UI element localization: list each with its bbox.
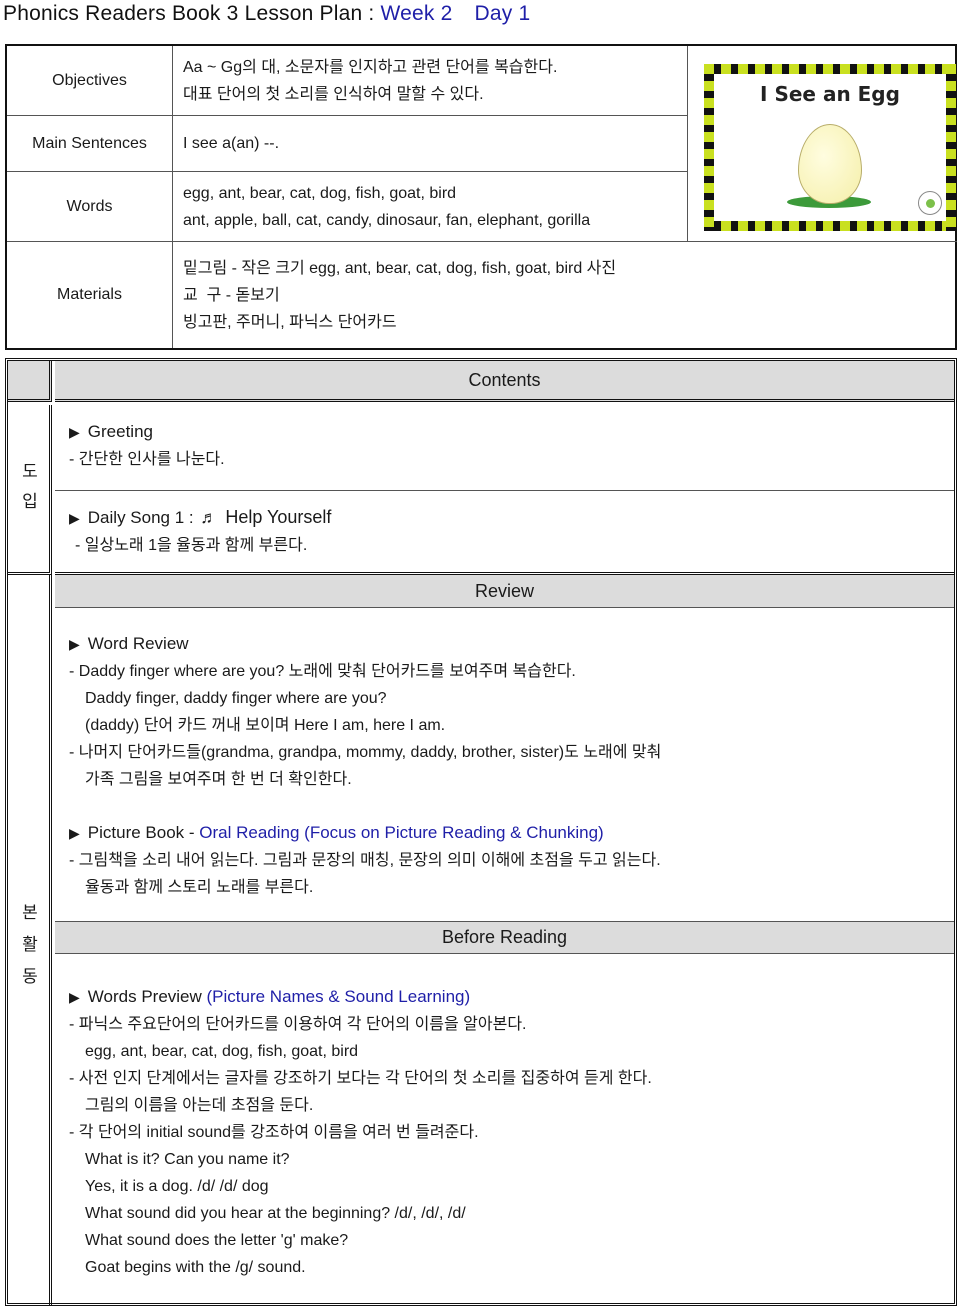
preview-line: - 각 단어의 initial sound를 강조하여 이름을 여러 번 들려준… bbox=[69, 1124, 479, 1141]
picture-book-heading: ▶ Picture Book - Oral Reading (Focus on P… bbox=[69, 819, 661, 847]
review-header: Review bbox=[55, 575, 954, 608]
side-char: 입 bbox=[22, 492, 38, 512]
title-day: Day 1 bbox=[474, 2, 531, 25]
review-line: 가족 그림을 보여주며 한 번 더 확인한다. bbox=[85, 771, 352, 788]
picture-book-line: - 그림책을 소리 내어 읽는다. 그림과 문장의 매칭, 문장의 의미 이해에… bbox=[69, 852, 661, 869]
greeting-heading-text: Greeting bbox=[87, 422, 153, 441]
triangle-bullet-icon: ▶ bbox=[69, 510, 80, 526]
picture-book-focus: Oral Reading (Focus on Picture Reading &… bbox=[199, 823, 604, 842]
words-label: Words bbox=[7, 172, 173, 241]
preview-line: egg, ant, bear, cat, dog, fish, goat, bi… bbox=[85, 1043, 359, 1060]
book-cover-image: I See an Egg bbox=[704, 64, 956, 231]
words-line: ant, apple, ball, cat, candy, dinosaur, … bbox=[183, 212, 591, 229]
review-line: (daddy) 단어 카드 꺼내 보이며 Here I am, here I a… bbox=[85, 717, 446, 734]
materials-line: 밑그림 - 작은 크기 egg, ant, bear, cat, dog, fi… bbox=[183, 260, 617, 277]
words-line: egg, ant, bear, cat, dog, fish, goat, bi… bbox=[183, 185, 457, 202]
music-note-icon: ♬ bbox=[200, 508, 218, 527]
main-sentences-row: Main Sentences I see a(an) --. bbox=[7, 116, 687, 172]
objectives-line: 대표 단어의 첫 소리를 인식하여 말할 수 있다. bbox=[183, 86, 484, 103]
words-preview-heading-text: Words Preview bbox=[87, 987, 207, 1006]
preview-line: What is it? Can you name it? bbox=[85, 1151, 290, 1168]
review-line: - 나머지 단어카드들(grandma, grandpa, mommy, dad… bbox=[69, 744, 662, 761]
objectives-line: Aa ~ Gg의 대, 소문자를 인지하고 관련 단어를 복습한다. bbox=[183, 59, 558, 76]
triangle-bullet-icon: ▶ bbox=[69, 989, 80, 1005]
contents-header: Contents bbox=[55, 361, 954, 402]
materials-value: 밑그림 - 작은 크기 egg, ant, bear, cat, dog, fi… bbox=[183, 255, 616, 336]
picture-book-heading-text: Picture Book - bbox=[87, 823, 200, 842]
objectives-row: Objectives Aa ~ Gg의 대, 소문자를 인지하고 관련 단어를 … bbox=[7, 46, 687, 116]
song-block: ▶ Daily Song 1 : ♬ Help Yourself - 일상노래 1을… bbox=[69, 504, 331, 559]
words-preview-focus: (Picture Names & Sound Learning) bbox=[206, 987, 471, 1006]
objectives-label: Objectives bbox=[7, 46, 173, 115]
preview-line: - 파닉스 주요단어의 단어카드를 이용하여 각 단어의 이름을 알아본다. bbox=[69, 1016, 527, 1033]
greeting-line: - 간단한 인사를 나눈다. bbox=[69, 451, 225, 468]
song-heading: ▶ Daily Song 1 : ♬ Help Yourself bbox=[69, 504, 331, 532]
materials-line: 빙고판, 주머니, 파닉스 단어카드 bbox=[183, 314, 397, 331]
contents-table: Contents 도 입 ▶ Greeting - 간단한 인사를 나눈다. ▶ D… bbox=[5, 358, 957, 1306]
main-sentences-label: Main Sentences bbox=[7, 116, 173, 171]
preview-line: Goat begins with the /g/ sound. bbox=[85, 1259, 306, 1276]
song-line: - 일상노래 1을 율동과 함께 부른다. bbox=[75, 537, 308, 554]
triangle-bullet-icon: ▶ bbox=[69, 636, 80, 652]
picture-book-line: 율동과 함께 스토리 노래를 부른다. bbox=[85, 879, 314, 896]
book-cover-cell: I See an Egg bbox=[687, 46, 957, 242]
review-line: - Daddy finger where are you? 노래에 맞춰 단어카… bbox=[69, 663, 576, 680]
intro-side-cell: 도 입 bbox=[8, 405, 52, 575]
side-char: 활 bbox=[22, 935, 38, 955]
review-line: Daddy finger, daddy finger where are you… bbox=[85, 690, 387, 707]
picture-book-block: ▶ Picture Book - Oral Reading (Focus on P… bbox=[69, 819, 661, 901]
triangle-bullet-icon: ▶ bbox=[69, 424, 80, 440]
greeting-heading: ▶ Greeting bbox=[69, 418, 225, 446]
side-char: 동 bbox=[22, 967, 38, 987]
before-reading-header: Before Reading bbox=[55, 922, 954, 954]
materials-line: 교 구 - 돋보기 bbox=[183, 287, 280, 304]
preview-line: - 사전 인지 단계에서는 글자를 강조하기 보다는 각 단어의 첫 소리를 집… bbox=[69, 1070, 652, 1087]
words-preview-block: ▶ Words Preview (Picture Names & Sound Le… bbox=[69, 983, 652, 1281]
egg-icon bbox=[798, 124, 862, 204]
main-side-label: 본 활 동 bbox=[8, 897, 52, 993]
main-side-cell: 본 활 동 bbox=[8, 575, 52, 1306]
words-value: egg, ant, bear, cat, dog, fish, goat, bi… bbox=[183, 180, 590, 234]
preview-line: What sound did you hear at the beginning… bbox=[85, 1205, 466, 1222]
intro-side-label: 도 입 bbox=[8, 457, 52, 517]
word-review-heading: ▶ Word Review bbox=[69, 630, 661, 658]
word-review-block: ▶ Word Review - Daddy finger where are yo… bbox=[69, 630, 661, 793]
book-cover-title: I See an Egg bbox=[760, 82, 900, 106]
greeting-block: ▶ Greeting - 간단한 인사를 나눈다. bbox=[69, 418, 225, 473]
divider bbox=[55, 490, 954, 491]
lesson-info-table: Objectives Aa ~ Gg의 대, 소문자를 인지하고 관련 단어를 … bbox=[5, 44, 957, 350]
song-heading-prefix: Daily Song 1 : bbox=[87, 508, 199, 527]
materials-row: Materials 밑그림 - 작은 크기 egg, ant, bear, ca… bbox=[7, 242, 955, 348]
page-title: Phonics Readers Book 3 Lesson Plan : Wee… bbox=[3, 2, 530, 26]
side-char: 도 bbox=[22, 462, 38, 482]
preview-line: Yes, it is a dog. /d/ /d/ dog bbox=[85, 1178, 269, 1195]
side-char: 본 bbox=[22, 903, 38, 923]
words-row: Words egg, ant, bear, cat, dog, fish, go… bbox=[7, 172, 687, 242]
title-main: Phonics Readers Book 3 Lesson Plan : bbox=[3, 2, 381, 25]
main-sentences-value: I see a(an) --. bbox=[183, 135, 280, 152]
word-review-heading-text: Word Review bbox=[87, 634, 189, 653]
song-title: Help Yourself bbox=[225, 507, 332, 527]
preview-line: 그림의 이름을 아는데 초점을 둔다. bbox=[85, 1097, 314, 1114]
preview-line: What sound does the letter 'g' make? bbox=[85, 1232, 349, 1249]
materials-label: Materials bbox=[7, 242, 173, 348]
publisher-badge-icon bbox=[918, 191, 942, 215]
title-week: Week 2 bbox=[380, 2, 453, 25]
words-preview-heading: ▶ Words Preview (Picture Names & Sound Le… bbox=[69, 983, 652, 1011]
contents-header-side bbox=[8, 361, 52, 402]
triangle-bullet-icon: ▶ bbox=[69, 825, 80, 841]
objectives-value: Aa ~ Gg의 대, 소문자를 인지하고 관련 단어를 복습한다. 대표 단어… bbox=[183, 54, 557, 108]
